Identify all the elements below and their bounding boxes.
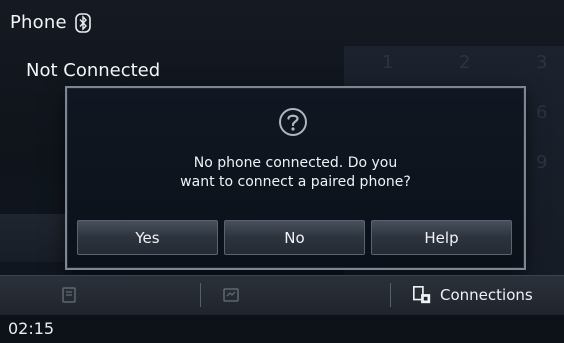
tab-divider: [390, 283, 391, 307]
dialog-buttons: Yes No Help: [77, 220, 512, 255]
clock: 02:15: [8, 319, 55, 338]
phone-book-icon: [62, 287, 76, 303]
help-button[interactable]: Help: [371, 220, 512, 255]
connections-icon: [413, 286, 431, 304]
no-button[interactable]: No: [224, 220, 365, 255]
status-bar: [0, 315, 564, 343]
question-icon: [277, 106, 309, 138]
call-history-icon: [223, 288, 239, 302]
connections-label: Connections: [440, 286, 533, 304]
connections-tab[interactable]: Connections: [412, 275, 533, 315]
connection-status: Not Connected: [26, 60, 161, 81]
connect-phone-dialog: No phone connected. Do you want to conne…: [65, 86, 526, 270]
keypad-key[interactable]: 2: [459, 52, 470, 73]
page-title: Phone: [10, 12, 67, 33]
tab-left[interactable]: [60, 275, 78, 315]
dialog-message-line2: want to connect a paired phone?: [180, 174, 411, 190]
tab-divider: [200, 283, 201, 307]
header: Phone: [10, 12, 91, 33]
bluetooth-icon: [74, 12, 91, 33]
yes-button[interactable]: Yes: [77, 220, 218, 255]
dialog-message-line1: No phone connected. Do you: [193, 155, 398, 171]
keypad-key[interactable]: 1: [382, 52, 393, 73]
tab-middle[interactable]: [222, 275, 240, 315]
phone-screen: Phone Not Connected 1 2 3 6 9 No phone c…: [0, 0, 564, 343]
keypad-key[interactable]: 3: [536, 52, 547, 73]
keypad-key[interactable]: 9: [536, 152, 547, 173]
keypad-key[interactable]: 6: [536, 102, 547, 123]
